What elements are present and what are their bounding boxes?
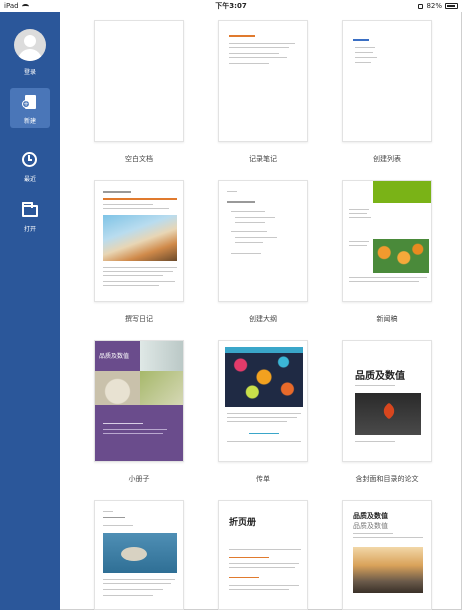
template-thumbnail[interactable]: 折页册 [218,500,308,610]
template-thumbnail[interactable]: 品质及数值 [342,340,432,462]
sidebar-item-label: 新建 [23,118,36,125]
report-subtitle: 品质及数值 [353,522,388,530]
template-label: 记录笔记 [249,155,277,163]
otter-photo [103,533,177,573]
template-thumbnail[interactable]: 品质及数值 [94,340,184,462]
status-bar: iPad 下午3:07 82% [0,0,462,12]
balloons-photo [225,347,303,407]
sidebar-item-open[interactable]: 打开 [10,196,50,236]
leaf-photo [355,393,421,435]
template-thumbnail[interactable] [94,20,184,142]
template-label: 空白文档 [125,155,153,163]
template-thumbnail[interactable] [94,500,184,610]
template-thumbnail[interactable] [218,340,308,462]
clock-icon [22,152,38,168]
sidebar-item-recent[interactable]: 最近 [10,146,50,186]
avatar-body-icon [18,49,42,61]
paper-title: 品质及数值 [355,371,405,382]
oranges-photo [373,239,429,273]
sidebar-item-label: 最近 [23,176,36,183]
sunset-photo [353,547,423,593]
template-label: 新闻稿 [376,315,398,323]
newsletter-banner [373,181,431,203]
template-thumbnail[interactable] [342,20,432,142]
battery-percent: 82% [426,2,442,10]
foldout-title: 折页册 [229,518,257,528]
template-thumbnail[interactable] [342,180,432,302]
sidebar-item-new[interactable]: + 新建 [10,88,50,128]
brochure-title: 品质及数值 [99,353,130,360]
sidebar-item-label: 打开 [23,226,36,233]
sign-in-label[interactable]: 登录 [0,67,60,76]
new-document-icon: + [22,94,38,110]
report-title: 品质及数值 [353,512,388,520]
template-label: 含封面和目录的论文 [355,475,419,483]
template-grid: 空白文档 记录笔记 创建列表 撰写日记 创建大纲 新闻稿 品质及数值 小册子 传… [60,12,462,610]
template-label: 小册子 [128,475,150,483]
template-thumbnail[interactable] [218,180,308,302]
clock-time: 下午3:07 [215,2,247,10]
template-thumbnail[interactable]: 品质及数值 品质及数值 [342,500,432,610]
template-thumbnail[interactable] [218,20,308,142]
avatar[interactable] [14,29,46,61]
template-thumbnail[interactable] [94,180,184,302]
template-label: 创建大纲 [249,315,277,323]
avatar-head-icon [24,35,36,47]
folder-icon [22,202,38,218]
template-label: 撰写日记 [125,315,153,323]
rotation-lock-icon [418,3,424,9]
sidebar: 登录 + 新建 最近 打开 [0,12,60,610]
beach-photo [103,215,177,261]
template-label: 创建列表 [373,155,401,163]
template-label: 传单 [256,475,270,483]
battery-icon [445,3,458,9]
